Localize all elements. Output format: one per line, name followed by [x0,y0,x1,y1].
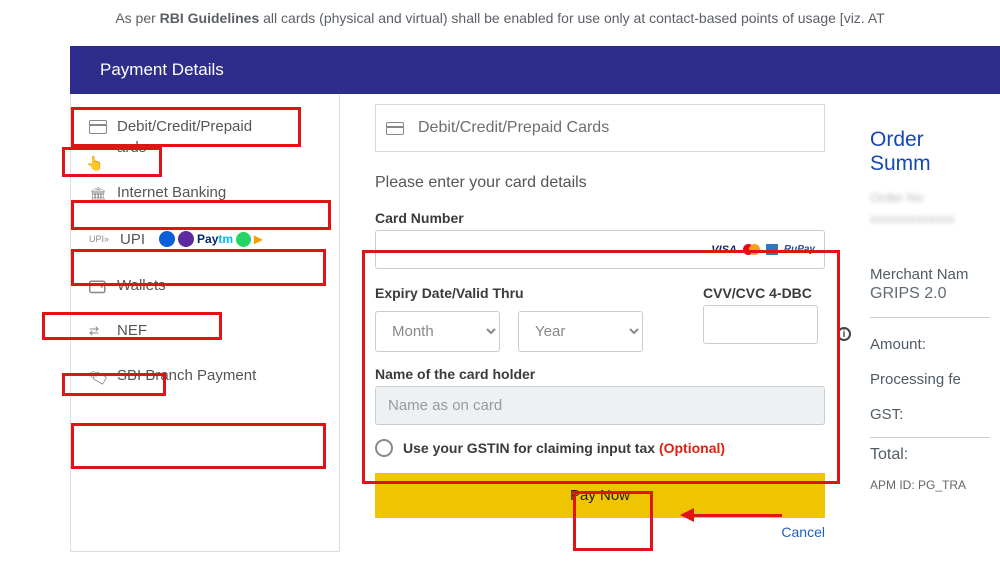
sidebar-item-wallets[interactable]: Wallets [71,263,339,308]
payment-method-sidebar: Debit/Credit/Prepaid ards 🏛 Internet Ban… [70,94,340,552]
rupay-logo: RuPay [784,244,815,255]
expiry-label: Expiry Date/Valid Thru [375,285,643,301]
bhim-icon: ▸ [254,229,262,249]
order-summary: Order Summ Order No xxxxxxxxxxxxx Mercha… [860,104,1000,552]
pay-now-button[interactable]: Pay Now [375,473,825,518]
wallet-icon [89,279,107,293]
sidebar-item-upi[interactable]: UPI» UPI Paytm ▸ [71,215,339,263]
card-network-logos: VISA RuPay [711,244,815,256]
merchant-name-value: GRIPS 2.0 [870,285,990,303]
upi-icon: UPI» [89,234,109,244]
gstin-row[interactable]: Use your GSTIN for claiming input tax (O… [375,439,825,457]
paytm-logo: Paytm [197,232,233,246]
rbi-notice: As per RBI Guidelines all cards (physica… [0,0,1000,46]
sidebar-item-label: ards [117,139,146,156]
sidebar-item-neft[interactable]: ⇄ NEF [71,308,339,353]
optional-tag: (Optional) [659,440,725,456]
panel-title: Debit/Credit/Prepaid Cards [418,119,609,137]
cancel-link[interactable]: Cancel [781,524,825,540]
amount-label: Amount: [870,336,990,353]
whatsapp-icon [236,232,251,247]
merchant-name-label: Merchant Nam [870,266,990,283]
card-icon [386,122,404,135]
sidebar-item-label: SBI Branch Payment [117,367,256,384]
sidebar-item-internet-banking[interactable]: 🏛 Internet Banking [71,170,339,215]
upi-logos: Paytm ▸ [159,229,262,249]
card-number-label: Card Number [375,210,825,226]
cvv-input[interactable] [703,305,818,344]
cvv-label: CVV/CVC 4-DBC [703,285,818,301]
processing-fee-label: Processing fe [870,371,990,388]
panel-header: Debit/Credit/Prepaid Cards [375,104,825,152]
tag-icon: 🏷 [87,366,108,384]
mastercard-logo [743,244,760,255]
info-icon[interactable]: i [837,327,851,341]
sidebar-item-label: NEF [117,322,147,339]
sidebar-item-label: UPI [120,231,145,248]
phonepe-icon-2 [178,231,194,247]
payment-details-header: Payment Details [70,46,1000,94]
gst-label: GST: [870,406,990,423]
instruction-text: Please enter your card details [375,174,825,192]
expiry-month-select[interactable]: Month [375,311,500,352]
blurred-order-value: xxxxxxxxxxxxx [870,211,990,226]
blurred-order-label: Order No [870,190,990,205]
cardholder-name-input[interactable] [375,386,825,425]
expiry-year-select[interactable]: Year [518,311,643,352]
bank-icon: 🏛 [89,186,107,200]
gstin-text: Use your GSTIN for claiming input tax [403,440,655,456]
visa-logo: VISA [711,244,737,256]
card-icon [89,120,107,134]
sidebar-item-cards-line2[interactable]: ards [71,139,339,170]
sidebar-item-sbi-branch[interactable]: 🏷 SBI Branch Payment [71,353,339,398]
amex-logo [766,244,778,255]
total-label: Total: [870,446,990,464]
transfer-icon: ⇄ [89,324,107,338]
sidebar-item-label: Internet Banking [117,184,226,201]
phonepe-icon [159,231,175,247]
summary-title: Order Summ [870,128,990,176]
apm-id: APM ID: PG_TRA [870,478,990,492]
sidebar-item-label: Wallets [117,277,166,294]
radio-icon[interactable] [375,439,393,457]
cardholder-name-label: Name of the card holder [375,366,825,382]
sidebar-item-label: Debit/Credit/Prepaid [117,118,252,135]
